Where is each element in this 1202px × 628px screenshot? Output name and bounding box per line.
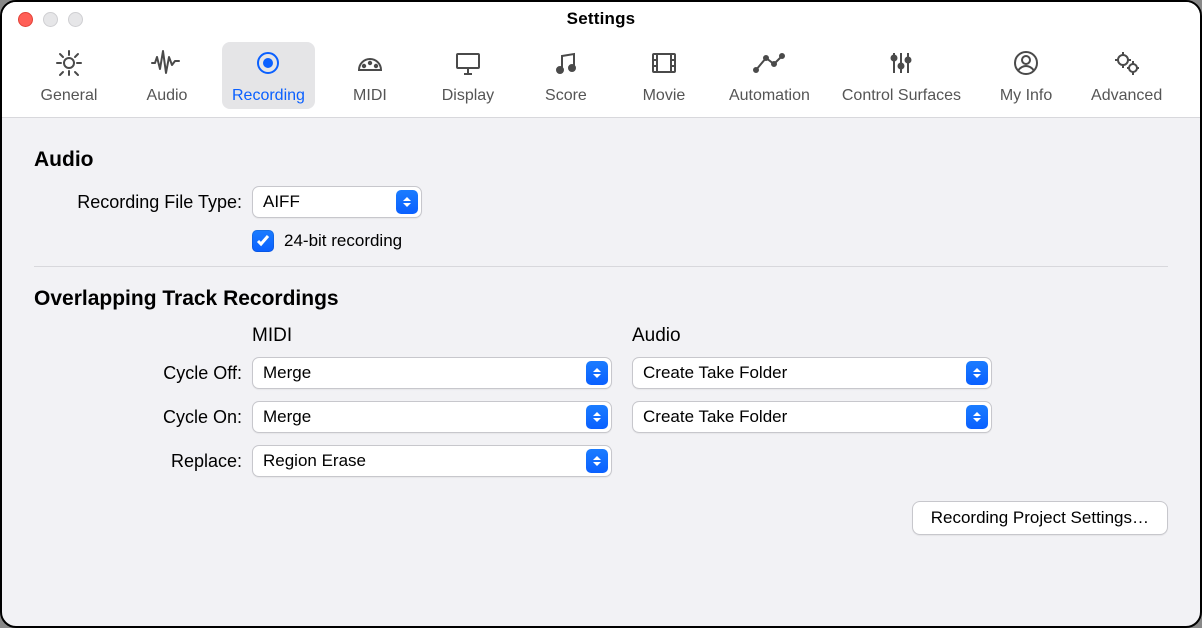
cycle-off-audio-popup[interactable]: Create Take Folder [632,357,992,389]
film-icon [646,48,682,83]
cycle-off-midi-popup[interactable]: Merge [252,357,612,389]
recording-file-type-popup[interactable]: AIFF [252,186,422,218]
tab-advanced[interactable]: Advanced [1081,42,1172,109]
cycle-on-audio-popup[interactable]: Create Take Folder [632,401,992,433]
user-icon [1008,48,1044,83]
tab-general[interactable]: General [26,42,112,109]
recording-project-settings-button-label: Recording Project Settings… [931,508,1149,527]
row-cycle-on: Cycle On: Merge Create Take Folder [34,401,1168,433]
column-header-audio: Audio [632,325,992,347]
tab-recording[interactable]: Recording [222,42,315,109]
footer: Recording Project Settings… [34,501,1168,535]
cycle-off-label: Cycle Off: [34,363,252,384]
gears-icon [1109,48,1145,83]
replace-midi-value: Region Erase [263,451,366,471]
section-title-audio: Audio [34,148,1168,172]
tab-label: General [41,87,98,105]
titlebar: Settings [2,2,1200,36]
tab-label: Movie [643,87,686,105]
chevron-up-down-icon [966,405,988,429]
tab-label: Control Surfaces [842,87,961,105]
cycle-on-audio-value: Create Take Folder [643,407,787,427]
row-recording-file-type: Recording File Type: AIFF [34,186,1168,218]
midi-port-icon [352,48,388,83]
waveform-icon [149,48,185,83]
tab-movie[interactable]: Movie [621,42,707,109]
record-icon [250,48,286,83]
tab-automation[interactable]: Automation [719,42,820,109]
section-divider [34,266,1168,267]
tab-label: Audio [147,87,188,105]
tab-label: Display [442,87,494,105]
bit-depth-checkbox-label: 24-bit recording [284,231,402,251]
replace-midi-popup[interactable]: Region Erase [252,445,612,477]
cycle-off-audio-value: Create Take Folder [643,363,787,383]
settings-content: Audio Recording File Type: AIFF 24-bit r… [2,118,1200,626]
settings-tabbar: General Audio Recording MIDI Display [2,36,1200,118]
cycle-on-midi-value: Merge [263,407,311,427]
gear-icon [51,48,87,83]
chevron-up-down-icon [586,405,608,429]
tab-label: Recording [232,87,305,105]
chevron-up-down-icon [396,190,418,214]
tab-score[interactable]: Score [523,42,609,109]
display-icon [450,48,486,83]
sliders-icon [883,48,919,83]
chevron-up-down-icon [586,449,608,473]
overlap-column-headers: MIDI Audio [34,325,1168,347]
music-notes-icon [548,48,584,83]
tab-my-info[interactable]: My Info [983,42,1069,109]
tab-label: Advanced [1091,87,1162,105]
chevron-up-down-icon [966,361,988,385]
tab-label: My Info [1000,87,1052,105]
replace-label: Replace: [34,451,252,472]
settings-window: Settings General Audio Recording MI [0,0,1202,628]
tab-label: Score [545,87,587,105]
recording-file-type-label: Recording File Type: [34,192,252,213]
tab-midi[interactable]: MIDI [327,42,413,109]
cycle-off-midi-value: Merge [263,363,311,383]
recording-project-settings-button[interactable]: Recording Project Settings… [912,501,1168,535]
recording-file-type-value: AIFF [263,192,300,212]
row-cycle-off: Cycle Off: Merge Create Take Folder [34,357,1168,389]
cycle-on-label: Cycle On: [34,407,252,428]
tab-control-surfaces[interactable]: Control Surfaces [832,42,971,109]
bit-depth-checkbox[interactable] [252,230,274,252]
row-24bit: 24-bit recording [34,230,1168,252]
chevron-up-down-icon [586,361,608,385]
section-title-overlap: Overlapping Track Recordings [34,287,1168,311]
cycle-on-midi-popup[interactable]: Merge [252,401,612,433]
automation-curve-icon [751,48,787,83]
window-title: Settings [2,9,1200,29]
tab-label: MIDI [353,87,387,105]
tab-audio[interactable]: Audio [124,42,210,109]
column-header-midi: MIDI [252,325,612,347]
tab-display[interactable]: Display [425,42,511,109]
row-replace: Replace: Region Erase [34,445,1168,477]
tab-label: Automation [729,87,810,105]
